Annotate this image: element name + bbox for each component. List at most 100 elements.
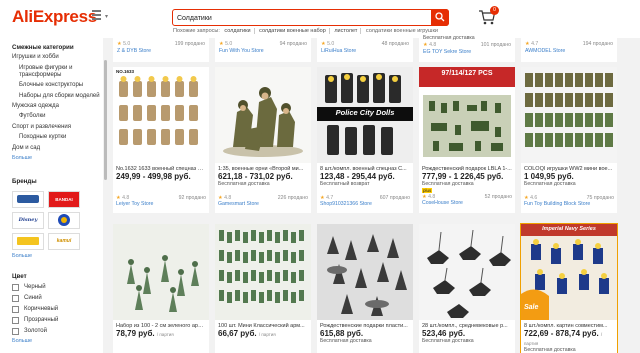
cart-count-badge: 0 — [490, 6, 499, 15]
filter-sidebar: Смежные категории Игрушки и хобби Игровы… — [0, 38, 103, 353]
colors-more-link[interactable]: Больше — [12, 338, 103, 345]
product-card[interactable]: 28 шт./компл., средневековые р... 523,46… — [419, 224, 515, 353]
menu-icon-line — [92, 14, 101, 16]
product-image[interactable] — [113, 224, 209, 320]
product-price: 523,46 руб. — [422, 329, 466, 338]
brand-logo-hasbro[interactable] — [48, 211, 80, 229]
category-item[interactable]: Походные куртки — [12, 134, 103, 141]
product-price: 777,99 - 1 226,45 руб. — [422, 172, 504, 181]
category-item[interactable]: Игровые фигурки и трансформеры — [12, 65, 103, 79]
product-card[interactable]: NO.1633 No.1632 1633 военный спецназ С..… — [113, 67, 209, 213]
product-image[interactable] — [317, 224, 413, 320]
related-categories-title: Смежные категории — [12, 44, 74, 51]
search-button[interactable] — [431, 9, 449, 26]
brand-logo-bandai[interactable]: BANDAI — [48, 190, 80, 208]
product-price: 621,18 - 731,02 руб. — [218, 172, 293, 181]
store-link[interactable]: Gamesmart Store — [218, 201, 308, 207]
category-item[interactable]: Футболки — [12, 113, 103, 120]
color-filter-title: Цвет — [12, 272, 27, 280]
product-price: 615,88 руб. — [320, 329, 364, 338]
store-link[interactable]: Fun Toy Building Block Store — [524, 201, 614, 207]
sale-tag: Sale — [524, 304, 539, 311]
chevron-down-icon: ▾ — [104, 14, 108, 20]
product-image[interactable] — [521, 67, 617, 163]
product-card[interactable]: Police City Dolls 8 шт./компл. военный с… — [317, 67, 413, 213]
brand-logo-kamui[interactable] — [12, 232, 44, 250]
product-card-tail[interactable]: ★ 5.0 48 продано LiRuiHua Store — [317, 38, 413, 62]
product-image[interactable] — [419, 224, 515, 320]
shipping-info: Бесплатная доставка — [524, 347, 576, 353]
product-image[interactable] — [215, 67, 311, 163]
product-card[interactable]: COLOQI игрушки WW2 мини вое... 1 049,95 … — [521, 67, 617, 213]
shipping-info: Бесплатная доставка — [422, 181, 474, 187]
related-search-link[interactable]: солдатики — [224, 28, 255, 34]
brand-logo-disney[interactable]: Disney — [12, 211, 44, 229]
checkbox[interactable] — [12, 327, 19, 335]
product-image[interactable]: Police City Dolls — [317, 67, 413, 163]
aliexpress-logo[interactable]: AliExpress — [12, 7, 97, 27]
store-link[interactable]: Shop910321366 Store — [320, 201, 410, 207]
sold-count: 52 продано — [484, 194, 512, 200]
color-option[interactable]: Коричневый — [12, 305, 103, 313]
search-icon — [435, 12, 445, 22]
category-item[interactable]: Блочные конструкторы — [12, 82, 103, 89]
product-card-tail[interactable]: ★ 5.0 199 продано Z & DYB Store — [113, 38, 209, 62]
category-item[interactable]: Спорт и развлечения — [12, 124, 103, 131]
color-option[interactable]: Золотой — [12, 327, 103, 335]
related-search-link[interactable]: солдатики военные набор — [259, 28, 330, 34]
category-item[interactable]: Игрушки и хобби — [12, 54, 103, 61]
product-price: 249,99 - 499,98 руб. — [116, 172, 191, 181]
image-banner: Police City Dolls — [335, 108, 395, 117]
related-searches: Похожие запросы: солдатики солдатики вое… — [173, 28, 441, 34]
color-option[interactable]: Черный — [12, 283, 103, 291]
product-card[interactable]: Imperial Navy Series Sale 8 шт./компл. к… — [520, 223, 618, 353]
brands-title: Бренды — [12, 177, 37, 185]
related-label: Похожие запросы: — [173, 28, 220, 34]
image-banner: 97/114/127 PCS — [441, 70, 493, 77]
product-card-tail[interactable]: ★ 5.0 94 продано Fun With You Store — [215, 38, 311, 62]
product-price: 78,79 руб. / партия — [116, 329, 174, 338]
product-image[interactable]: 97/114/127 PCS — [419, 67, 515, 163]
plus-badge: plus — [422, 188, 433, 193]
category-item[interactable]: Наборы для сборки моделей — [12, 93, 103, 100]
checkbox[interactable] — [12, 283, 19, 291]
checkbox[interactable] — [12, 294, 19, 302]
product-card[interactable]: 100 шт. Мини Классический арм... 66,67 р… — [215, 224, 311, 353]
related-search-link[interactable]: солдатики военные игрушки — [366, 28, 438, 34]
category-item[interactable]: Мужская одежда — [12, 103, 103, 110]
product-image[interactable] — [215, 224, 311, 320]
category-item[interactable]: Дом и сад — [12, 145, 103, 152]
product-card[interactable]: Набор из 100 - 2 см зеленого арм... 78,7… — [113, 224, 209, 353]
product-image[interactable]: NO.1633 — [113, 67, 209, 163]
related-search-link[interactable]: листолет — [334, 28, 362, 34]
shipping-info: Бесплатная доставка — [422, 338, 474, 344]
product-card-tail[interactable]: ★ 4.7 194 продано AWMODEL Store — [521, 38, 617, 62]
brand-logo-kamui[interactable]: kamui — [48, 232, 80, 250]
product-card[interactable]: 97/114/127 PCS Рождественский подарок LB… — [419, 67, 515, 213]
store-link[interactable]: Leiyer Toy Store — [116, 201, 206, 207]
color-option[interactable]: Прозрачный — [12, 316, 103, 324]
cart-button[interactable]: 0 — [478, 6, 499, 28]
product-card[interactable]: 1:35, военные орни «Второй ми... 621,18 … — [215, 67, 311, 213]
brand-logo-disney[interactable] — [12, 190, 44, 208]
product-price: 1 049,95 руб. — [524, 172, 574, 181]
sidebar-scrollbar-thumb[interactable] — [104, 60, 107, 180]
shipping-info: Бесплатная доставка — [320, 338, 372, 344]
color-option[interactable]: Синий — [12, 294, 103, 302]
product-card[interactable]: Рождественские подарки пласти... 615,88 … — [317, 224, 413, 353]
sold-count: 607 продано — [379, 195, 410, 201]
store-link[interactable]: CoseHouse Store — [422, 200, 512, 206]
header: AliExpress ▾ Похожие запросы: солдатики … — [0, 0, 640, 38]
product-image[interactable]: Imperial Navy Series Sale — [521, 224, 617, 320]
brand-grid: BANDAI Disney kamui — [12, 190, 103, 250]
categories-menu-button[interactable]: ▾ — [92, 10, 108, 20]
brands-more-link[interactable]: Больше — [12, 253, 103, 260]
checkbox[interactable] — [12, 316, 19, 324]
image-banner: Imperial Navy Series — [542, 226, 596, 232]
search-input[interactable] — [177, 12, 427, 24]
product-card-tail[interactable]: Бесплатная доставка ★ 4.8 101 продано EG… — [419, 35, 515, 62]
product-price: 66,67 руб. / партия — [218, 329, 276, 338]
checkbox[interactable] — [12, 305, 19, 313]
menu-icon-line — [92, 18, 101, 20]
categories-more-link[interactable]: Больше — [12, 155, 103, 162]
